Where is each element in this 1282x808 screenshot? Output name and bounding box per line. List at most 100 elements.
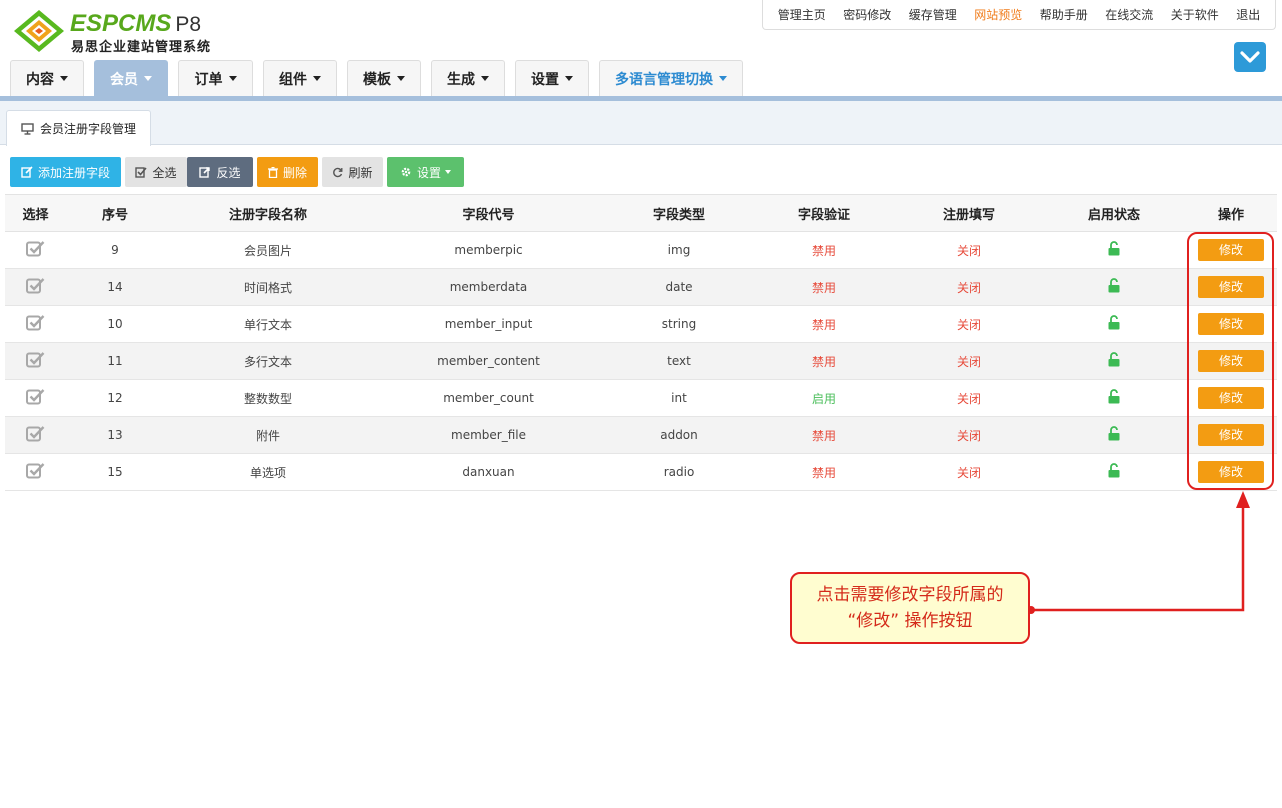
nav-tab-language-switch[interactable]: 多语言管理切换: [599, 60, 743, 96]
cell-register-fill-toggle[interactable]: 关闭: [895, 342, 1043, 380]
cell-validation-toggle[interactable]: 禁用: [753, 231, 895, 269]
cell-validation-toggle[interactable]: 禁用: [753, 453, 895, 491]
cell-validation-toggle[interactable]: 禁用: [753, 342, 895, 380]
row-checkbox[interactable]: [5, 231, 66, 269]
top-link-preview[interactable]: 网站预览: [974, 6, 1022, 23]
nav-tab-templates[interactable]: 模板: [347, 60, 421, 96]
cell-register-fill-toggle[interactable]: 关闭: [895, 231, 1043, 269]
cell-name: 单行文本: [164, 305, 372, 343]
cell-id: 13: [66, 416, 164, 454]
top-link-chat[interactable]: 在线交流: [1105, 6, 1153, 23]
row-checkbox[interactable]: [5, 305, 66, 343]
top-link-password[interactable]: 密码修改: [843, 6, 891, 23]
cell-code: memberdata: [372, 268, 605, 306]
caret-down-icon: [60, 76, 68, 81]
cell-validation-toggle[interactable]: 禁用: [753, 305, 895, 343]
refresh-button[interactable]: 刷新: [322, 157, 383, 187]
cell-register-fill-toggle[interactable]: 关闭: [895, 453, 1043, 491]
toolbar: 添加注册字段 全选 反选 删除 刷新 设置: [10, 157, 468, 187]
caret-down-icon: [719, 76, 727, 81]
delete-button[interactable]: 删除: [257, 157, 318, 187]
caret-down-icon: [481, 76, 489, 81]
check-square-icon: [26, 426, 45, 442]
cell-status[interactable]: [1043, 305, 1185, 343]
nav-tab-content[interactable]: 内容: [10, 60, 84, 96]
cell-code: memberpic: [372, 231, 605, 269]
unlock-icon: [1108, 315, 1120, 330]
top-link-logout[interactable]: 退出: [1236, 6, 1260, 23]
top-links: 管理主页 密码修改 缓存管理 网站预览 帮助手册 在线交流 关于软件 退出: [762, 0, 1276, 30]
gear-icon: [401, 167, 411, 177]
cell-name: 附件: [164, 416, 372, 454]
monitor-icon: [21, 122, 34, 135]
refresh-icon: [333, 167, 343, 177]
cell-register-fill-toggle[interactable]: 关闭: [895, 268, 1043, 306]
nav-tab-settings[interactable]: 设置: [515, 60, 589, 96]
cell-register-fill-toggle[interactable]: 关闭: [895, 379, 1043, 417]
cell-code: member_file: [372, 416, 605, 454]
tab-member-register-fields[interactable]: 会员注册字段管理: [6, 110, 151, 146]
check-square-icon: [26, 389, 45, 405]
row-checkbox[interactable]: [5, 342, 66, 380]
cell-validation-toggle[interactable]: 禁用: [753, 268, 895, 306]
cell-validation-toggle[interactable]: 禁用: [753, 416, 895, 454]
trash-icon: [267, 166, 278, 178]
cell-id: 10: [66, 305, 164, 343]
cell-status[interactable]: [1043, 342, 1185, 380]
cell-type: int: [605, 379, 753, 417]
cell-status[interactable]: [1043, 416, 1185, 454]
sub-tab-bar: 会员注册字段管理: [0, 101, 1282, 146]
main-nav: 内容 会员 订单 组件 模板 生成 设置 多语言管理切换: [10, 60, 753, 96]
logo[interactable]: ESPCMS P8 易思企业建站管理系统: [12, 8, 222, 55]
fields-table: 选择 序号 注册字段名称 字段代号 字段类型 字段验证 注册填写 启用状态 操作…: [5, 194, 1277, 491]
top-link-home[interactable]: 管理主页: [778, 6, 826, 23]
invert-selection-button[interactable]: 反选: [187, 157, 253, 187]
cell-validation-toggle[interactable]: 启用: [753, 379, 895, 417]
cell-code: member_count: [372, 379, 605, 417]
row-checkbox[interactable]: [5, 268, 66, 306]
unlock-icon: [1108, 241, 1120, 256]
cell-status[interactable]: [1043, 453, 1185, 491]
top-link-about[interactable]: 关于软件: [1171, 6, 1219, 23]
cell-type: radio: [605, 453, 753, 491]
check-square-icon: [135, 167, 148, 178]
share-square-icon: [199, 167, 211, 178]
nav-tab-components[interactable]: 组件: [263, 60, 337, 96]
cell-type: date: [605, 268, 753, 306]
nav-tab-orders[interactable]: 订单: [178, 60, 253, 96]
cell-name: 时间格式: [164, 268, 372, 306]
check-square-icon: [26, 463, 45, 479]
cell-status[interactable]: [1043, 231, 1185, 269]
caret-down-icon: [565, 76, 573, 81]
cell-register-fill-toggle[interactable]: 关闭: [895, 305, 1043, 343]
check-square-icon: [26, 278, 45, 294]
cell-id: 15: [66, 453, 164, 491]
cell-id: 9: [66, 231, 164, 269]
row-checkbox[interactable]: [5, 453, 66, 491]
add-field-button[interactable]: 添加注册字段: [10, 157, 121, 187]
col-header-name: 注册字段名称: [164, 194, 372, 232]
table-row: 12 整数数型 member_count int 启用 关闭 修改: [5, 379, 1277, 417]
caret-down-icon: [397, 76, 405, 81]
select-all-button[interactable]: 全选: [125, 157, 187, 187]
cell-status[interactable]: [1043, 268, 1185, 306]
cell-id: 14: [66, 268, 164, 306]
nav-tab-generate[interactable]: 生成: [431, 60, 505, 96]
check-square-icon: [26, 241, 45, 257]
row-checkbox[interactable]: [5, 416, 66, 454]
row-checkbox[interactable]: [5, 379, 66, 417]
table-row: 13 附件 member_file addon 禁用 关闭 修改: [5, 416, 1277, 454]
collapse-header-button[interactable]: [1234, 42, 1266, 72]
callout-line-2: “修改” 操作按钮: [847, 611, 973, 631]
unlock-icon: [1108, 352, 1120, 367]
cell-register-fill-toggle[interactable]: 关闭: [895, 416, 1043, 454]
logo-icon: [14, 10, 64, 52]
settings-dropdown-button[interactable]: 设置: [387, 157, 464, 187]
check-square-icon: [26, 315, 45, 331]
logo-wordmark: ESPCMS P8: [70, 10, 202, 37]
top-link-cache[interactable]: 缓存管理: [909, 6, 957, 23]
table-row: 15 单选项 danxuan radio 禁用 关闭 修改: [5, 453, 1277, 491]
nav-tab-members[interactable]: 会员: [94, 60, 168, 96]
cell-status[interactable]: [1043, 379, 1185, 417]
top-link-help[interactable]: 帮助手册: [1040, 6, 1088, 23]
